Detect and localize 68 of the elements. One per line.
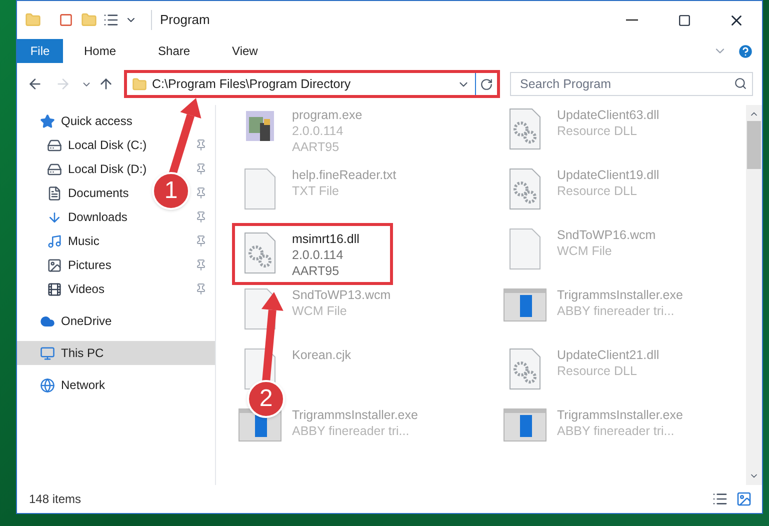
file-detail: Resource DLL — [557, 183, 638, 199]
sidebar-item[interactable]: Network — [17, 373, 215, 397]
large-icons-view-icon[interactable] — [736, 491, 752, 507]
scroll-thumb[interactable] — [747, 121, 761, 169]
sidebar-item[interactable]: This PC — [17, 341, 215, 365]
properties-icon — [103, 12, 119, 28]
sidebar-item[interactable]: Downloads — [68, 208, 128, 226]
file-detail: ABBY finereader tri... — [292, 423, 410, 439]
file-detail: 2.0.0.114 — [292, 123, 344, 139]
maximize-icon — [678, 14, 690, 26]
file-detail: Resource DLL — [557, 123, 638, 139]
installer-icon — [503, 287, 547, 323]
gear-file-icon — [508, 167, 542, 211]
gear-file-icon — [508, 107, 542, 151]
globe-icon — [40, 378, 55, 392]
picture-icon — [47, 258, 62, 272]
blank-file-icon — [508, 227, 542, 271]
search-field[interactable]: Search Program — [510, 72, 753, 96]
gear-file-icon — [508, 347, 542, 391]
file-detail: ABBY finereader tri... — [557, 423, 676, 439]
window-title: Program — [151, 10, 210, 30]
file-detail: WCM File — [292, 303, 348, 319]
sidebar-item[interactable]: Quick access — [17, 109, 215, 133]
file-detail: 2.0.0.114 — [292, 247, 344, 263]
ribbon-tab[interactable]: Share — [137, 39, 212, 63]
ribbon-tab[interactable]: File — [17, 39, 63, 63]
sidebar-item[interactable]: Local Disk (C:) — [68, 136, 147, 154]
search-icon — [734, 77, 747, 90]
music-note-icon — [47, 234, 62, 248]
sidebar-item[interactable]: OneDrive — [17, 309, 215, 333]
file-detail: Resource DLL — [557, 363, 638, 379]
file-detail: TXT File — [292, 183, 340, 199]
blank-file-icon — [243, 167, 277, 211]
sidebar-item[interactable]: Local Disk (D:) — [68, 160, 147, 178]
star-icon — [40, 114, 55, 128]
help-icon[interactable] — [737, 42, 754, 60]
cloud-icon — [40, 314, 55, 328]
sidebar-item[interactable]: Videos — [68, 280, 104, 298]
ribbon-tab[interactable]: View — [211, 39, 279, 63]
document-icon — [47, 186, 62, 200]
details-view-icon[interactable] — [712, 491, 728, 507]
file-detail: WCM File — [557, 243, 613, 259]
drive-icon — [47, 162, 62, 176]
scrollbar[interactable] — [746, 105, 762, 485]
folder-icon — [81, 12, 97, 28]
file-name[interactable]: msimrt16.dll — [292, 231, 360, 247]
back-icon[interactable] — [27, 76, 43, 92]
file-detail: AART95 — [292, 139, 340, 155]
sidebar-item[interactable]: Documents — [68, 184, 129, 202]
gear-file-icon — [243, 231, 277, 275]
sidebar-item[interactable]: Music — [68, 232, 100, 250]
folder-icon — [132, 76, 147, 92]
down-arrow-icon — [47, 210, 62, 224]
up-icon[interactable] — [98, 76, 114, 92]
film-icon — [47, 282, 62, 296]
monitor-icon — [40, 346, 55, 360]
address-path: C:\Program Files\Program Directory — [152, 76, 351, 93]
minimize-icon — [626, 19, 638, 21]
drive-icon — [47, 138, 62, 152]
installer-icon — [503, 407, 547, 443]
folder-icon — [25, 12, 41, 28]
address-bar[interactable]: C:\Program Files\Program Directory — [124, 70, 500, 98]
refresh-icon[interactable] — [480, 78, 493, 90]
item-count: 148 items — [29, 491, 82, 508]
sidebar-item[interactable]: Pictures — [68, 256, 112, 274]
file-detail: AART95 — [292, 263, 340, 279]
file-detail: ABBY finereader tri... — [557, 303, 676, 319]
ribbon-tab[interactable]: Home — [63, 39, 138, 63]
